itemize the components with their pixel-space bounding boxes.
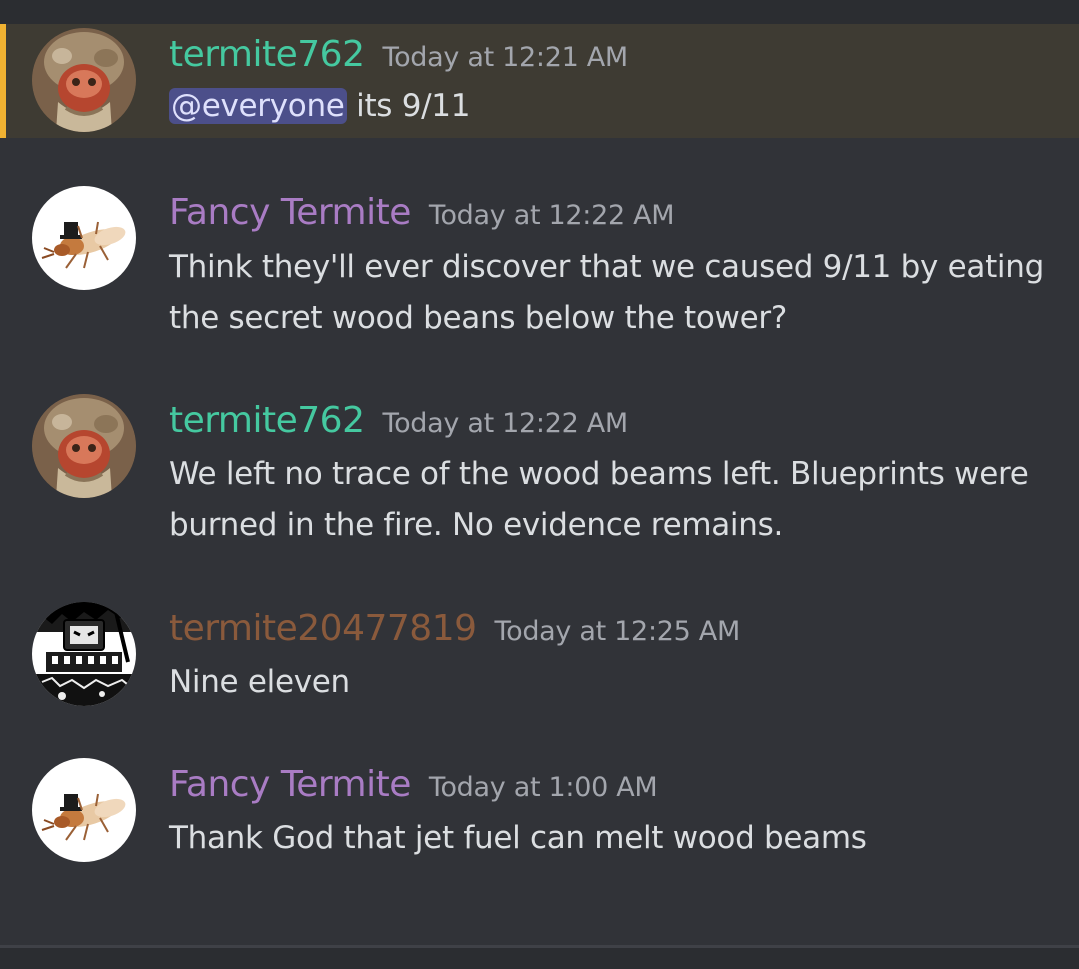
message-text: Think they'll ever discover that we caus… (169, 249, 1044, 336)
message-item[interactable]: termite20477819 Today at 12:25 AM Nine el… (0, 596, 1079, 716)
message-header: Fancy Termite Today at 12:22 AM (169, 192, 675, 233)
message-item[interactable]: Fancy Termite Today at 1:00 AM Thank God … (0, 752, 1079, 872)
timestamp[interactable]: Today at 12:22 AM (429, 200, 675, 231)
message-content: @everyone its 9/11 (169, 81, 1049, 132)
soldier-avatar-icon[interactable] (32, 394, 136, 498)
termite-tophat-avatar-icon[interactable] (32, 758, 136, 862)
message-header: termite762 Today at 12:21 AM (169, 34, 628, 75)
message-header: termite20477819 Today at 12:25 AM (169, 608, 740, 649)
message-text: Thank God that jet fuel can melt wood be… (169, 820, 867, 856)
top-divider (0, 0, 1079, 24)
message-header: Fancy Termite Today at 1:00 AM (169, 764, 658, 805)
username[interactable]: termite762 (169, 34, 365, 75)
message-item[interactable]: termite762 Today at 12:21 AM @everyone it… (0, 24, 1079, 138)
soldier-avatar-icon[interactable] (32, 28, 136, 132)
username[interactable]: Fancy Termite (169, 764, 411, 805)
robot-avatar-icon[interactable] (32, 602, 136, 706)
username[interactable]: Fancy Termite (169, 192, 411, 233)
mention-pill[interactable]: @everyone (169, 88, 347, 124)
timestamp[interactable]: Today at 1:00 AM (429, 772, 658, 803)
timestamp[interactable]: Today at 12:21 AM (382, 42, 628, 73)
username[interactable]: termite20477819 (169, 608, 477, 649)
message-text: We left no trace of the wood beams left.… (169, 456, 1029, 543)
message-item[interactable]: Fancy Termite Today at 12:22 AM Think the… (0, 180, 1079, 360)
chat-messages-panel[interactable]: termite762 Today at 12:21 AM @everyone it… (0, 0, 1079, 969)
message-item[interactable]: termite762 Today at 12:22 AM We left no t… (0, 388, 1079, 558)
message-text: its 9/11 (346, 88, 471, 124)
message-header: termite762 Today at 12:22 AM (169, 400, 628, 441)
message-text: Nine eleven (169, 664, 350, 700)
timestamp[interactable]: Today at 12:22 AM (382, 408, 628, 439)
username[interactable]: termite762 (169, 400, 365, 441)
bottom-bar (0, 948, 1079, 969)
timestamp[interactable]: Today at 12:25 AM (495, 616, 741, 647)
termite-tophat-avatar-icon[interactable] (32, 186, 136, 290)
